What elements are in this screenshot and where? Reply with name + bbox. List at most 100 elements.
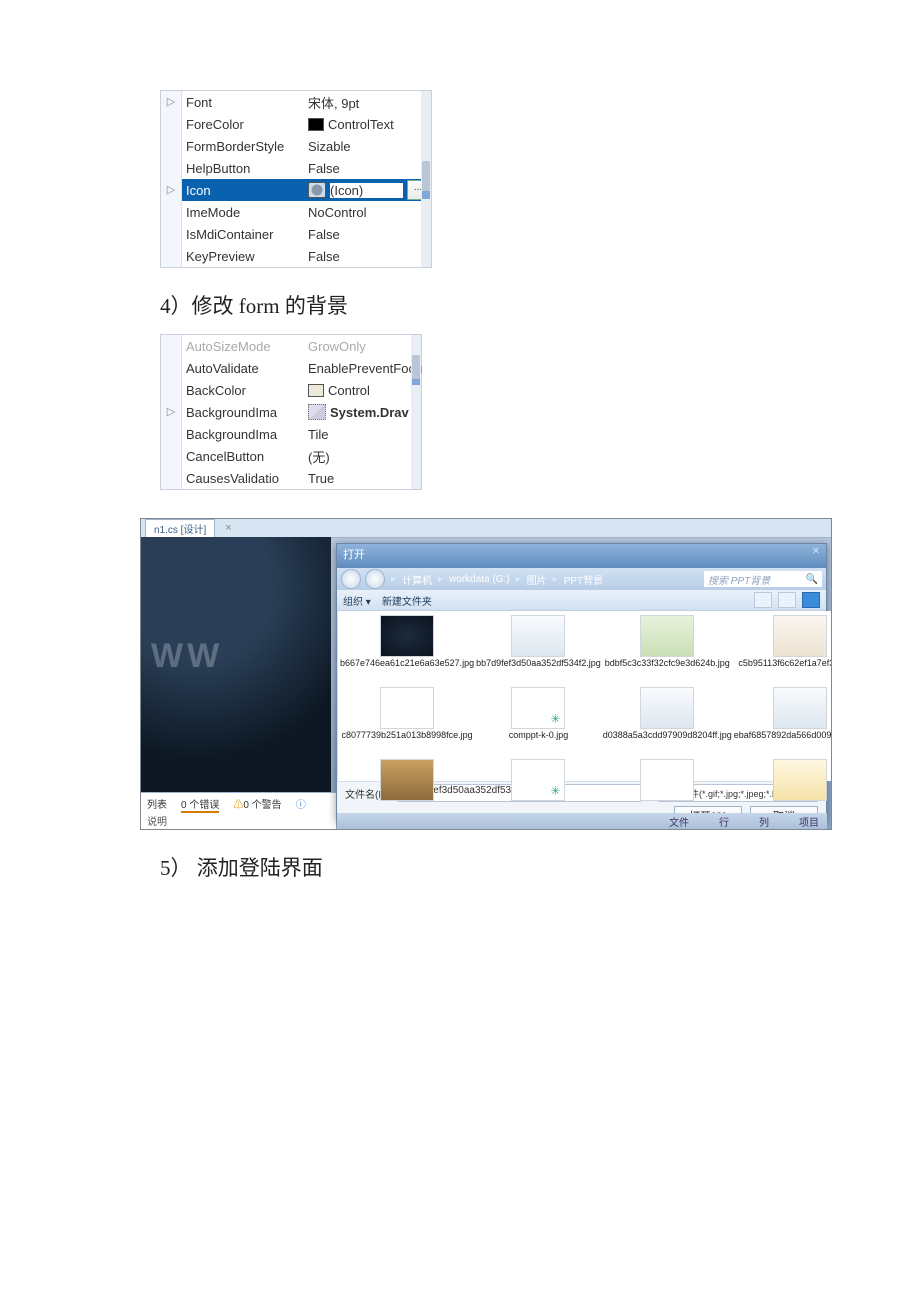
step-4-heading: 4）修改 form 的背景: [160, 290, 920, 320]
file-tile[interactable]: d0388a5a3cdd97909d8204ff.jpg: [603, 687, 732, 757]
file-name: ebaf6857892da566d0090656.jpg: [734, 731, 832, 741]
prop-name: FormBorderStyle: [182, 139, 304, 154]
color-swatch-icon: [308, 384, 324, 397]
prop-row-icon[interactable]: ▷ Icon (Icon) ...: [161, 179, 431, 201]
file-name: bdbf5c3c33f32cfc9e3d624b.jpg: [605, 659, 730, 669]
prop-value[interactable]: (Icon) ...: [304, 179, 431, 201]
errors-tab[interactable]: 0 个错误: [181, 796, 219, 813]
prop-row-backcolor[interactable]: BackColor Control: [161, 379, 421, 401]
breadcrumb[interactable]: workdata (G:): [449, 574, 510, 585]
expand-icon: [161, 379, 182, 401]
breadcrumb-sep-icon: ▸: [438, 574, 443, 585]
expand-icon: [161, 335, 182, 357]
file-tile[interactable]: comppt-k-0.jpg: [476, 687, 601, 757]
scrollbar[interactable]: [421, 91, 431, 267]
file-tile[interactable]: ebaf6857892da566d0090656.jpg: [734, 687, 832, 757]
prop-row-backgroundimage-layout[interactable]: BackgroundIma Tile: [161, 423, 421, 445]
file-name: d0388a5a3cdd97909d8204ff.jpg: [603, 731, 732, 741]
breadcrumb[interactable]: PPT背景: [564, 572, 603, 587]
search-input[interactable]: 搜索 PPT背景 🔍: [704, 571, 822, 587]
step-5-heading: 5） 添加登陆界面: [160, 852, 920, 882]
prop-row-forecolor[interactable]: ForeColor ControlText: [161, 113, 431, 135]
breadcrumb-sep-icon: ▸: [516, 574, 521, 585]
prop-value[interactable]: False: [304, 157, 431, 179]
new-folder-button[interactable]: 新建文件夹: [382, 597, 432, 608]
prop-row-cancelbutton[interactable]: CancelButton (无): [161, 445, 421, 467]
prop-row-ismdicontainer[interactable]: IsMdiContainer False: [161, 223, 431, 245]
prop-value[interactable]: 宋体, 9pt: [304, 91, 431, 113]
prop-row-autosizemode[interactable]: AutoSizeMode GrowOnly: [161, 335, 421, 357]
prop-name: HelpButton: [182, 161, 304, 176]
file-name: b667e746ea61c21e6a63e527.jpg: [340, 659, 474, 669]
prop-value[interactable]: System.Drav: [304, 401, 421, 423]
prop-value[interactable]: False: [304, 245, 431, 267]
prop-value[interactable]: ControlText: [304, 113, 431, 135]
expand-icon: [161, 467, 182, 489]
prop-row-font[interactable]: ▷ Font 宋体, 9pt: [161, 91, 431, 113]
dialog-titlebar[interactable]: 打开 ✕: [337, 544, 826, 568]
scroll-thumb[interactable]: [412, 355, 420, 379]
prop-value[interactable]: NoControl: [304, 201, 431, 223]
status-col: 列: [759, 814, 769, 829]
document-tab[interactable]: n1.cs [设计]: [145, 519, 215, 537]
breadcrumb-sep-icon: ▸: [391, 574, 396, 585]
breadcrumb[interactable]: 计算机: [402, 572, 432, 587]
warnings-tab[interactable]: ⚠0 个警告: [233, 796, 281, 813]
status-bar: 文件 行 列 项目: [337, 813, 827, 829]
file-thumb-icon: [511, 759, 565, 801]
form-designer-surface[interactable]: WW: [141, 537, 331, 792]
prop-row-imemode[interactable]: ImeMode NoControl: [161, 201, 431, 223]
scrollbar[interactable]: [411, 335, 421, 489]
nav-back-icon[interactable]: [341, 569, 361, 589]
prop-row-formborderstyle[interactable]: FormBorderStyle Sizable: [161, 135, 431, 157]
scroll-indicator: [422, 191, 430, 199]
close-tab-icon[interactable]: ×: [225, 522, 231, 534]
prop-value[interactable]: Control: [304, 379, 421, 401]
view-mode-icon[interactable]: [754, 592, 772, 608]
expand-icon: [161, 135, 182, 157]
nav-forward-icon[interactable]: [365, 569, 385, 589]
prop-row-keypreview[interactable]: KeyPreview False: [161, 245, 431, 267]
file-thumb-icon: [640, 759, 694, 801]
close-icon[interactable]: ✕: [812, 546, 820, 566]
prop-name: ForeColor: [182, 117, 304, 132]
help-icon[interactable]: [802, 592, 820, 608]
color-swatch-icon: [308, 118, 324, 131]
vs-designer-screenshot: n1.cs [设计] × WW 列表 0 个错误 ⚠0 个警告 ⓘ 说明 打开 …: [140, 518, 832, 830]
prop-value[interactable]: True: [304, 467, 421, 489]
prop-name: Icon: [182, 183, 304, 198]
prop-value[interactable]: GrowOnly: [304, 335, 421, 357]
prop-row-autovalidate[interactable]: AutoValidate EnablePreventFocu: [161, 357, 421, 379]
file-thumb-icon: [380, 615, 434, 657]
prop-name: ImeMode: [182, 205, 304, 220]
file-tile[interactable]: b667e746ea61c21e6a63e527.jpg: [340, 615, 474, 685]
prop-value[interactable]: False: [304, 223, 431, 245]
prop-row-helpbutton[interactable]: HelpButton False: [161, 157, 431, 179]
expand-icon: [161, 223, 182, 245]
scroll-thumb[interactable]: [422, 161, 430, 191]
prop-value[interactable]: (无): [304, 445, 421, 467]
expand-icon[interactable]: ▷: [161, 91, 182, 113]
breadcrumb[interactable]: 图片: [527, 572, 547, 587]
prop-value[interactable]: Tile: [304, 423, 421, 445]
messages-tab[interactable]: ⓘ: [296, 796, 306, 813]
file-tile[interactable]: c8077739b251a013b8998fce.jpg: [340, 687, 474, 757]
expand-icon[interactable]: ▷: [161, 179, 182, 201]
expand-icon: [161, 445, 182, 467]
prop-row-backgroundimage[interactable]: ▷ BackgroundIma System.Drav: [161, 401, 421, 423]
prop-value[interactable]: EnablePreventFocu: [304, 357, 422, 379]
prop-row-causesvalidation[interactable]: CausesValidatio True: [161, 467, 421, 489]
expand-icon[interactable]: ▷: [161, 401, 182, 423]
expand-icon: [161, 201, 182, 223]
prop-value[interactable]: Sizable: [304, 135, 431, 157]
file-tile[interactable]: bdbf5c3c33f32cfc9e3d624b.jpg: [603, 615, 732, 685]
file-tile[interactable]: bb7d9fef3d50aa352df534f2.jpg: [476, 615, 601, 685]
dialog-toolbar: 组织 ▾ 新建文件夹: [337, 590, 826, 611]
organize-button[interactable]: 组织 ▾: [343, 597, 371, 608]
error-list-label: 列表: [147, 796, 167, 813]
view-mode-icon[interactable]: [778, 592, 796, 608]
address-bar[interactable]: ▸ 计算机 ▸ workdata (G:) ▸ 图片 ▸ PPT背景 搜索 PP…: [337, 568, 826, 590]
file-thumbnail-pane[interactable]: b667e746ea61c21e6a63e527.jpg bb7d9fef3d5…: [338, 611, 832, 781]
file-tile[interactable]: c5b95113f6c62ef1a7ef3fa3.jpg: [734, 615, 832, 685]
prop-name: BackColor: [182, 383, 304, 398]
